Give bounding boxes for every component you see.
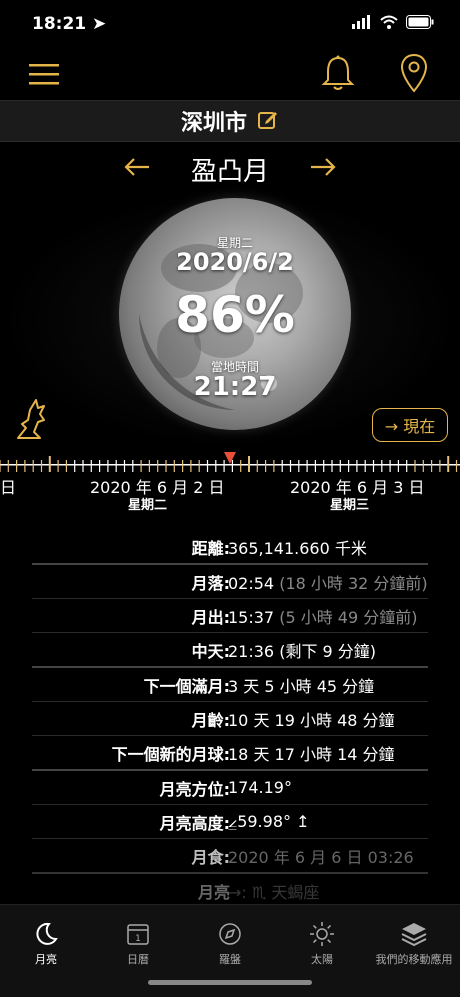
compass-icon xyxy=(219,923,241,945)
tab-sun[interactable]: 太陽 xyxy=(276,911,368,967)
info-row: 月出: 15:37 (5 小時 49 分鐘前) xyxy=(32,599,428,633)
next-arrow-icon[interactable] xyxy=(306,153,340,181)
info-label: 月亮 xyxy=(197,882,230,902)
tab-label: 羅盤 xyxy=(219,953,241,966)
info-row: 距離: 365,141.660 千米 xyxy=(32,530,428,565)
edit-icon[interactable] xyxy=(257,108,279,134)
tab-label: 我們的移動應用 xyxy=(375,953,453,966)
status-icons xyxy=(352,14,434,33)
info-label: 中天: xyxy=(191,641,230,661)
info-value-sub: (5 小時 49 分鐘前) xyxy=(279,607,418,627)
info-value-main: 02:54 xyxy=(228,573,280,593)
info-label: 月出: xyxy=(191,607,230,627)
info-value: 2020 年 6 月 6 日 03:26 xyxy=(228,844,414,868)
info-value-main: 10 天 19 小時 48 分鐘 xyxy=(228,710,395,730)
moon-display: 星期二 2020/6/2 86% 當地時間 21:27 → 現在 xyxy=(0,190,460,450)
info-value-main: ⦤59.98° ↥ xyxy=(228,811,310,831)
info-row: 月落: 02:54 (18 小時 32 分鐘前) xyxy=(32,565,428,599)
location-pin-icon[interactable] xyxy=(396,52,432,94)
menu-icon[interactable] xyxy=(26,58,62,90)
home-indicator xyxy=(148,980,312,985)
tab-our-apps[interactable]: 我們的移動應用 xyxy=(368,911,460,967)
info-value: →: ♏ 天蝎座 xyxy=(228,879,319,903)
info-value: 174.19° xyxy=(228,778,292,797)
tab-moon[interactable]: 月亮 xyxy=(0,911,92,967)
now-button-label: → 現在 xyxy=(384,417,436,436)
illumination-percent: 86% xyxy=(175,286,295,344)
info-value-sub: 2020 年 6 月 6 日 03:26 xyxy=(228,847,414,867)
tab-label: 太陽 xyxy=(311,953,333,966)
moon-phase-name: 盈凸月 xyxy=(190,157,269,187)
info-value: 02:54 (18 小時 32 分鐘前) xyxy=(228,570,428,594)
info-row: 月食: 2020 年 6 月 6 日 03:26 xyxy=(32,839,428,874)
info-row: 下一個滿月: 3 天 5 小時 45 分鐘 xyxy=(32,668,428,702)
moon-info-list: 距離: 365,141.660 千米 月落: 02:54 (18 小時 32 分鐘前)… xyxy=(0,530,460,908)
info-value: 10 天 19 小時 48 分鐘 xyxy=(228,707,395,731)
info-value: 365,141.660 千米 xyxy=(228,535,367,559)
bell-icon[interactable] xyxy=(318,52,358,94)
moon-date: 2020/6/2 xyxy=(176,248,294,276)
city-name[interactable]: 深圳市 xyxy=(181,105,247,137)
info-label: 月亮方位: xyxy=(159,779,230,799)
info-value: 21:36 (剩下 9 分鐘) xyxy=(228,638,376,662)
info-row: 中天: 21:36 (剩下 9 分鐘) xyxy=(32,633,428,668)
info-row: 月亮 →: ♏ 天蝎座 xyxy=(32,874,428,908)
local-time: 21:27 xyxy=(193,372,277,402)
info-label: 月落: xyxy=(191,573,230,593)
info-value-sub: →: ♏ 天蝎座 xyxy=(228,882,320,902)
wifi-icon xyxy=(380,14,398,33)
info-row: 月亮方位: 174.19° xyxy=(32,771,428,805)
top-bar xyxy=(0,48,460,100)
info-value-main: 15:37 xyxy=(228,607,280,627)
info-value-main: 174.19° xyxy=(228,778,292,797)
city-bar[interactable]: 深圳市 xyxy=(0,100,460,142)
wolf-icon[interactable] xyxy=(12,396,52,442)
timeline-day-1: 星期二 xyxy=(128,498,168,513)
info-row: 月亮高度: ⦤59.98° ↥ xyxy=(32,805,428,839)
info-value: 15:37 (5 小時 49 分鐘前) xyxy=(228,604,418,628)
info-row: 月齡: 10 天 19 小時 48 分鐘 xyxy=(32,702,428,736)
info-label: 月亮高度: xyxy=(159,813,230,833)
info-value-main: 18 天 17 小時 14 分鐘 xyxy=(228,744,395,764)
info-value-sub: (18 小時 32 分鐘前) xyxy=(279,573,428,593)
info-label: 月齡: xyxy=(191,710,230,730)
signal-icon xyxy=(352,14,372,33)
info-value: 18 天 17 小時 14 分鐘 xyxy=(228,741,395,765)
info-value-main: 3 天 5 小時 45 分鐘 xyxy=(228,676,375,696)
info-label: 距離: xyxy=(191,538,230,558)
info-label: 下一個新的月球: xyxy=(111,744,230,764)
info-value-main: 21:36 (剩下 9 分鐘) xyxy=(228,641,377,661)
timeline-day-2: 星期三 xyxy=(330,498,370,513)
info-row: 下一個新的月球: 18 天 17 小時 14 分鐘 xyxy=(32,736,428,771)
timeline-left-edge: 日 xyxy=(0,478,17,497)
sun-icon xyxy=(310,922,334,946)
tab-compass[interactable]: 羅盤 xyxy=(184,911,276,967)
info-value: ⦤59.98° ↥ xyxy=(228,812,310,832)
layers-icon xyxy=(401,923,427,947)
tab-calendar[interactable]: 1 日曆 xyxy=(92,911,184,967)
timeline-current-marker xyxy=(224,452,236,464)
calendar-icon: 1 xyxy=(127,924,149,945)
status-bar: 18:21 ➤ xyxy=(0,0,460,48)
now-button[interactable]: → 現在 xyxy=(372,408,448,442)
tab-label: 日曆 xyxy=(127,953,149,966)
status-time: 18:21 ➤ xyxy=(32,14,107,34)
timeline[interactable]: 日 2020 年 6 月 2 日 星期二 2020 年 6 月 3 日 星期三 xyxy=(0,452,460,514)
info-value: 3 天 5 小時 45 分鐘 xyxy=(228,673,374,697)
info-label: 月食: xyxy=(191,847,230,867)
info-label: 下一個滿月: xyxy=(143,676,230,696)
info-value-main: 365,141.660 千米 xyxy=(228,538,367,558)
tab-label: 月亮 xyxy=(35,953,57,966)
battery-icon xyxy=(406,14,434,33)
calendar-icon-day: 1 xyxy=(135,934,141,944)
phase-nav: 盈凸月 xyxy=(0,145,460,190)
moon-icon xyxy=(36,922,58,945)
